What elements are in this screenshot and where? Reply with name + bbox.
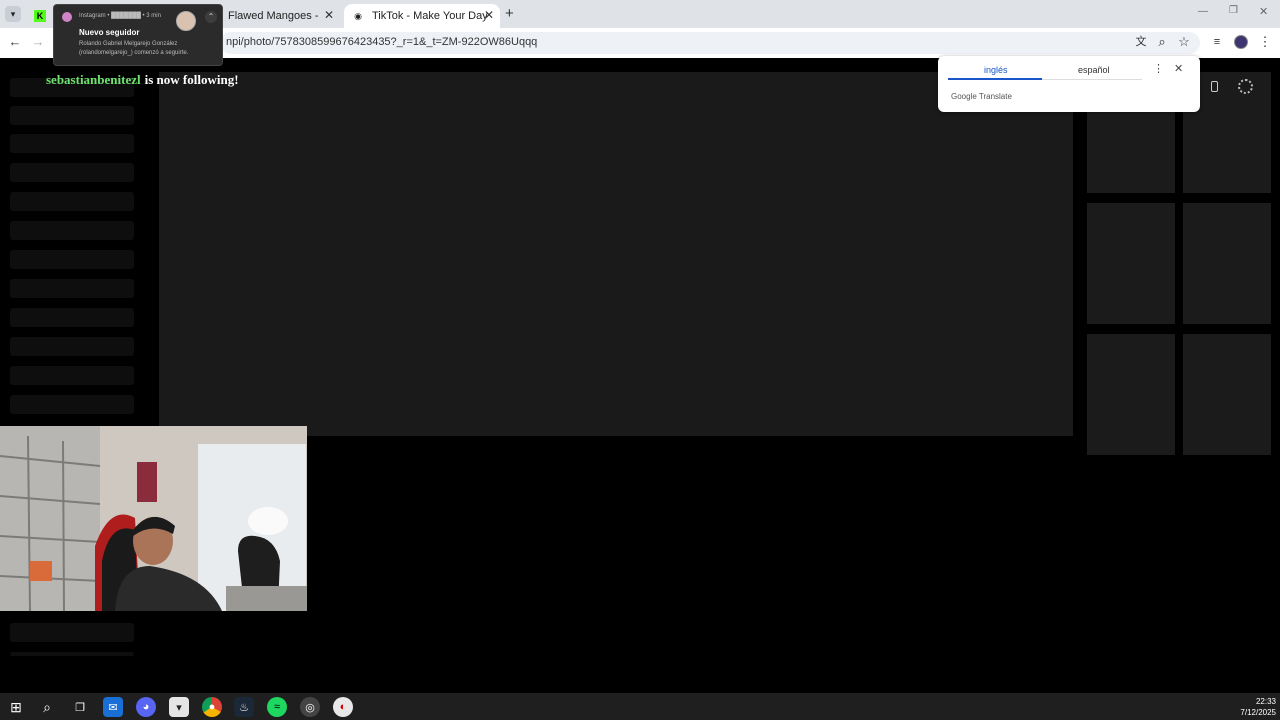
spotify-icon[interactable]: ≈ — [267, 697, 287, 717]
new-tab-button[interactable]: + — [505, 5, 514, 22]
clock-time: 22:33 — [1255, 697, 1276, 706]
chevron-up-icon[interactable]: ⌃ — [205, 11, 217, 23]
tab-tiktok[interactable]: ◉ TikTok - Make Your Day ✕ — [344, 4, 500, 28]
skeleton-item — [10, 106, 134, 125]
address-bar[interactable]: npi/photo/7578308599676423435?_r=1&_t=ZM… — [220, 32, 1200, 54]
kick-icon: K — [34, 10, 46, 22]
chrome-icon[interactable]: ● — [202, 697, 222, 717]
grid-tile[interactable] — [1087, 203, 1175, 324]
forward-icon[interactable]: → — [30, 35, 46, 49]
divider — [1042, 79, 1142, 80]
clock-date: 7/12/2025 — [1240, 708, 1276, 717]
target-language-tab[interactable]: español — [1078, 65, 1110, 75]
active-tab-indicator — [948, 78, 1042, 80]
skeleton-item — [10, 652, 134, 656]
follow-message: is now following! — [144, 72, 239, 87]
skeleton-item — [10, 308, 134, 327]
system-clock[interactable]: 22:33 7/12/2025 — [1240, 696, 1276, 718]
instagram-notification[interactable]: Instagram • ███████ • 3 min Nuevo seguid… — [53, 4, 223, 66]
follower-username: sebastianbenitezl — [46, 72, 141, 87]
minimize-icon[interactable]: — — [1198, 6, 1208, 17]
outlook-icon[interactable]: ✉ — [103, 697, 123, 717]
translate-icon[interactable]: 文 — [1133, 35, 1149, 49]
phone-icon[interactable] — [1211, 81, 1218, 92]
reading-list-icon[interactable]: ≡ — [1209, 35, 1225, 49]
windows-taskbar: ⊞ ⌕ ❐ ✉ ◕ ▾ ● ♨ ≈ ◎ ◐ 22:33 7/12/2025 — [0, 693, 1280, 720]
skeleton-item — [10, 163, 134, 182]
skeleton-item — [10, 366, 134, 385]
instagram-icon — [62, 12, 72, 22]
tab-label: Flawed Mangoes - Swimm — [228, 10, 318, 22]
loading-spinner-icon — [1238, 79, 1253, 94]
webcam-overlay — [0, 426, 307, 611]
app-icon[interactable]: ◐ — [333, 697, 353, 717]
steam-icon[interactable]: ♨ — [234, 697, 254, 717]
skeleton-item — [10, 623, 134, 642]
more-options-icon[interactable]: ⋮ — [1153, 62, 1164, 75]
follower-avatar — [176, 11, 196, 31]
notification-body: Rolando Gabriel Melgarejo González (rola… — [79, 41, 189, 56]
close-tab-icon[interactable]: ✕ — [324, 8, 334, 22]
epic-games-icon[interactable]: ▾ — [169, 697, 189, 717]
skeleton-item — [10, 192, 134, 211]
follow-alert: sebastianbenitezl is now following! — [46, 72, 239, 88]
skeleton-item — [10, 134, 134, 153]
skeleton-item — [10, 250, 134, 269]
translate-popup: inglés español ⋮ ✕ Google Translate — [938, 56, 1200, 112]
close-icon[interactable]: ✕ — [1174, 62, 1183, 75]
tab-label: TikTok - Make Your Day — [372, 10, 488, 22]
restore-icon[interactable]: ❐ — [1229, 5, 1238, 16]
tiktok-icon: ◉ — [354, 10, 362, 21]
window-close-icon[interactable]: ✕ — [1259, 5, 1268, 18]
profile-avatar[interactable] — [1234, 35, 1248, 49]
grid-tile[interactable] — [1087, 334, 1175, 455]
close-tab-icon[interactable]: ✕ — [484, 8, 494, 22]
skeleton-item — [10, 279, 134, 298]
tab-flawed-mangoes[interactable]: Flawed Mangoes - Swimm ✕ — [220, 4, 340, 28]
back-icon[interactable]: ← — [7, 35, 23, 49]
skeleton-item — [10, 395, 134, 414]
obs-icon[interactable]: ◎ — [300, 697, 320, 717]
more-menu-icon[interactable]: ⋮ — [1257, 35, 1273, 49]
source-language-tab[interactable]: inglés — [984, 65, 1008, 75]
notification-app-line: Instagram • ███████ • 3 min — [79, 13, 161, 19]
windows-start-icon[interactable]: ⊞ — [6, 697, 26, 717]
tab-kick[interactable]: K I — [26, 4, 56, 28]
url-text: npi/photo/7578308599676423435?_r=1&_t=ZM… — [226, 36, 538, 48]
zoom-icon[interactable]: ⌕ — [1154, 35, 1170, 49]
tab-search-button[interactable]: ▾ — [5, 6, 21, 22]
discord-icon[interactable]: ◕ — [136, 697, 156, 717]
photo-viewer-placeholder[interactable] — [159, 72, 1073, 436]
bookmark-star-icon[interactable]: ☆ — [1176, 35, 1192, 49]
webcam-scene — [0, 426, 307, 611]
google-translate-brand: Google Translate — [951, 92, 1012, 101]
task-view-icon[interactable]: ❐ — [70, 697, 90, 717]
notification-title: Nuevo seguidor — [79, 28, 140, 37]
grid-tile[interactable] — [1183, 203, 1271, 324]
grid-tile[interactable] — [1183, 334, 1271, 455]
skeleton-item — [10, 337, 134, 356]
skeleton-item — [10, 221, 134, 240]
search-icon[interactable]: ⌕ — [37, 697, 57, 717]
